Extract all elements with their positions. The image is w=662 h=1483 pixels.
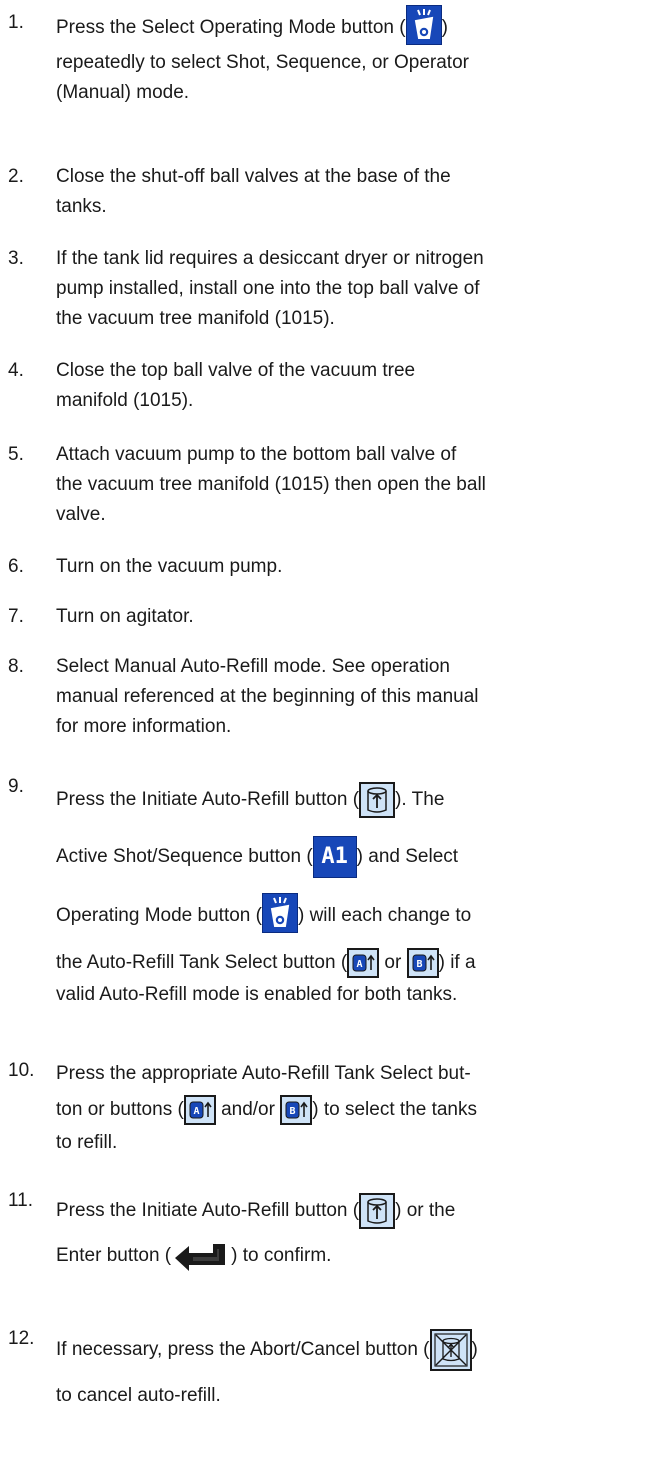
initiate-auto-refill-icon xyxy=(359,1192,396,1229)
active-shot-sequence-icon: A1 xyxy=(312,835,357,878)
step-number: 4. xyxy=(8,360,24,381)
tank-b-select-icon: B xyxy=(280,1094,313,1125)
step-number: 1. xyxy=(8,12,24,33)
step-number: 6. xyxy=(8,556,24,577)
step-number: 11. xyxy=(8,1190,34,1211)
tank-b-letter: B xyxy=(416,959,422,970)
step-number: 8. xyxy=(8,656,24,677)
step-number: 5. xyxy=(8,444,24,465)
step-number: 7. xyxy=(8,606,24,627)
step-number: 2. xyxy=(8,166,24,187)
tank-a-select-icon: A xyxy=(347,947,380,978)
step-number: 12. xyxy=(8,1328,35,1349)
instruction-page: 1. Press the Select Operating Mode butto… xyxy=(0,0,662,1483)
step-number: 9. xyxy=(8,776,24,797)
initiate-auto-refill-icon xyxy=(359,781,396,818)
select-operating-mode-icon xyxy=(261,892,298,933)
select-operating-mode-icon xyxy=(405,4,442,45)
tank-a-select-icon: A xyxy=(183,1094,216,1125)
step-number: 3. xyxy=(8,248,24,269)
tank-a-letter: A xyxy=(193,1106,199,1117)
abort-cancel-icon xyxy=(429,1328,472,1371)
tank-b-letter: B xyxy=(290,1106,296,1117)
enter-icon xyxy=(171,1241,231,1271)
tank-b-select-icon: B xyxy=(406,947,439,978)
step-number: 10. xyxy=(8,1060,35,1081)
tank-a-letter: A xyxy=(357,959,363,970)
